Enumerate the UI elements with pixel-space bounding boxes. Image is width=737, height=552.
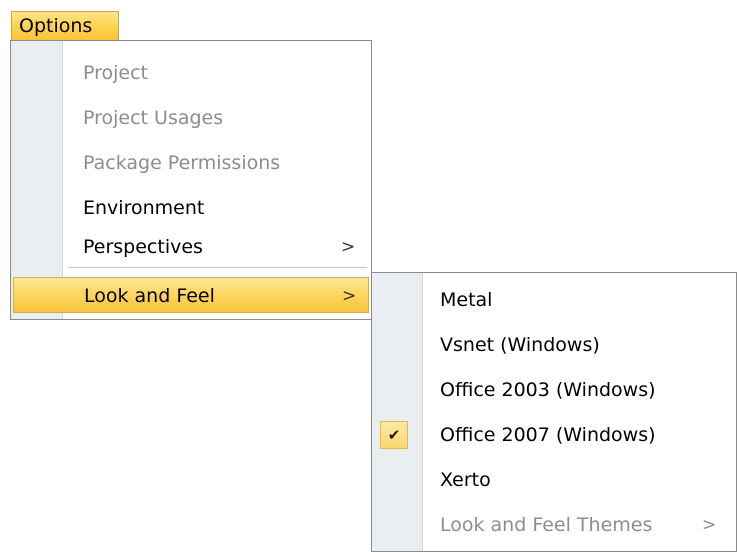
menu-item-look-and-feel[interactable]: Look and Feel > — [13, 277, 369, 313]
menu-item-label: Look and Feel Themes — [440, 514, 653, 536]
menu-item-label: Project — [83, 62, 149, 84]
menu-item-label: Project Usages — [83, 107, 224, 129]
menu-item-vsnet-windows[interactable]: Vsnet (Windows) — [374, 327, 734, 363]
options-menu: Project Project Usages Package Permissio… — [10, 40, 372, 320]
chevron-right-icon: > — [342, 286, 357, 306]
menu-item-label: Look and Feel — [84, 285, 215, 307]
menu-item-office-2007-windows[interactable]: ✔ Office 2007 (Windows) — [374, 417, 734, 453]
menu-item-label: Vsnet (Windows) — [440, 334, 600, 356]
menu-item-label: Package Permissions — [83, 152, 281, 174]
menu-item-xerto[interactable]: Xerto — [374, 462, 734, 498]
look-and-feel-submenu: Metal Vsnet (Windows) Office 2003 (Windo… — [371, 272, 737, 552]
menu-item-project[interactable]: Project — [13, 55, 369, 91]
chevron-right-icon: > — [702, 515, 717, 535]
menu-item-office-2003-windows[interactable]: Office 2003 (Windows) — [374, 372, 734, 408]
menu-item-label: Xerto — [440, 469, 491, 491]
checkmark-icon: ✔ — [380, 421, 408, 449]
menu-item-label: Environment — [83, 197, 205, 219]
menu-item-label: Office 2007 (Windows) — [440, 424, 656, 446]
menu-item-project-usages[interactable]: Project Usages — [13, 100, 369, 136]
options-menu-title[interactable]: Options — [11, 11, 119, 41]
menu-item-perspectives[interactable]: Perspectives > — [13, 229, 369, 265]
menu-separator — [68, 267, 367, 268]
chevron-right-icon: > — [341, 237, 356, 257]
menu-item-label: Metal — [440, 289, 493, 311]
menu-item-look-and-feel-themes[interactable]: Look and Feel Themes > — [374, 507, 734, 543]
menu-item-label: Perspectives — [83, 236, 203, 258]
menu-item-package-permissions[interactable]: Package Permissions — [13, 145, 369, 181]
menu-item-label: Office 2003 (Windows) — [440, 379, 656, 401]
menu-item-metal[interactable]: Metal — [374, 282, 734, 318]
menu-item-environment[interactable]: Environment — [13, 190, 369, 226]
